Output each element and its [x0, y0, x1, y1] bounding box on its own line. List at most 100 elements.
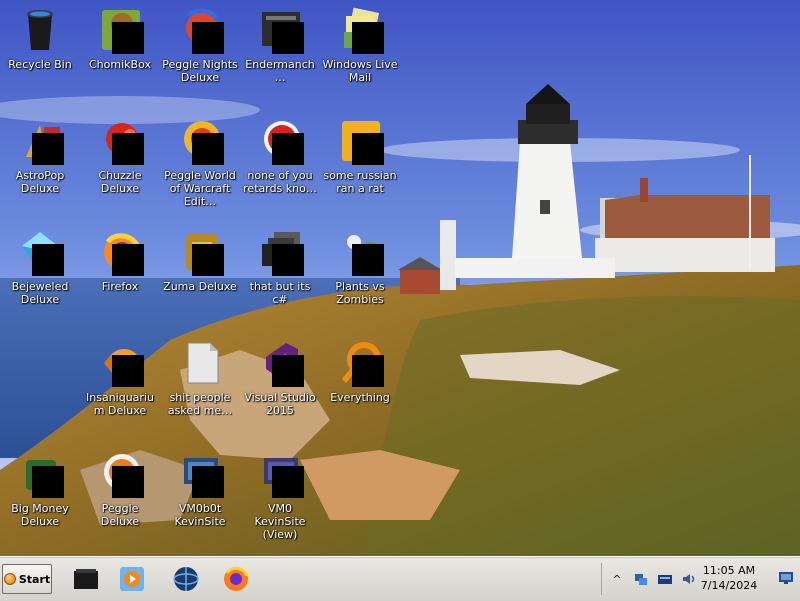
windows-live-mail-icon	[336, 6, 384, 54]
peggle-icon	[96, 450, 144, 498]
redaction-box	[352, 133, 384, 165]
redaction-box	[352, 244, 384, 276]
clock-date: 7/14/2024	[700, 579, 758, 592]
desktop-icon-yellow-document[interactable]: e some russian ran a rat	[320, 111, 400, 211]
redaction-box	[32, 244, 64, 276]
clock-time: 11:05 AM	[702, 564, 756, 577]
desktop-icon-peggle-nights[interactable]: Peggle Nights Deluxe	[160, 0, 240, 100]
bejeweled-icon	[16, 228, 64, 276]
clock[interactable]: 11:05 AM 7/14/2024	[696, 563, 762, 593]
firefox-icon	[96, 228, 144, 276]
desktop-icon-chuzzle[interactable]: Chuzzle Deluxe	[80, 111, 160, 211]
desktop-icon-file[interactable]: shit people asked me…	[160, 333, 240, 433]
desktop-icon-label: ChomikBox	[89, 58, 151, 71]
desktop-icon-label: Peggle World of Warcraft Edit…	[164, 169, 236, 208]
redaction-box	[192, 466, 224, 498]
desktop-icon-window-stack[interactable]: that but its c#	[240, 222, 320, 322]
vm-view-icon	[256, 450, 304, 498]
desktop-icon-everything[interactable]: Everything	[320, 333, 400, 433]
redaction-box	[112, 133, 144, 165]
tray-overflow-chevron[interactable]: ^	[608, 570, 626, 588]
yellow-document-icon: e	[336, 117, 384, 165]
desktop-icon-peggle-wow[interactable]: Peggle World of Warcraft Edit…	[160, 111, 240, 211]
desktop-icon-label: that but its c#	[249, 280, 311, 306]
redaction-box	[112, 22, 144, 54]
desktop-icon-visual-studio[interactable]: Visual Studio 2015	[240, 333, 320, 433]
desktop-icon-label: Visual Studio 2015	[244, 391, 316, 417]
desktop-icon-plants-vs-zombies[interactable]: Plants vs Zombies	[320, 222, 400, 322]
desktop-icon-label: Chuzzle Deluxe	[98, 169, 142, 195]
show-desktop-button[interactable]	[778, 570, 796, 588]
terminal-icon	[74, 569, 98, 589]
desktop-icon-label: Everything	[330, 391, 390, 404]
redaction-box	[272, 22, 304, 54]
redaction-box	[192, 244, 224, 276]
taskbar-pinned-firefox[interactable]	[216, 561, 256, 597]
keyboard-icon[interactable]	[656, 570, 674, 588]
start-orb-icon	[3, 573, 16, 585]
desktop-icon-windows-live-mail[interactable]: Windows Live Mail	[320, 0, 400, 100]
desktop-icon-insaniquarium[interactable]: Insaniquarium Deluxe	[80, 333, 160, 433]
desktop-icon-label: some russian ran a rat	[323, 169, 397, 195]
desktop-icon-chomikbox[interactable]: ChomikBox	[80, 0, 160, 100]
start-label: Start	[18, 572, 51, 586]
redaction-box	[112, 466, 144, 498]
everything-search-icon	[336, 339, 384, 387]
globe-icon	[173, 567, 199, 591]
taskbar: Start ^ 11:05 AM 7/14/2024	[0, 556, 800, 601]
desktop-icon-label: Big Money Deluxe	[11, 502, 69, 528]
desktop-area: Recycle Bin ChomikBox Peggle Nights Delu…	[0, 0, 800, 556]
desktop-icon-label: Bejeweled Deluxe	[11, 280, 69, 306]
vm-icon	[176, 450, 224, 498]
window-stack-icon	[256, 228, 304, 276]
desktop-icon-label: Peggle Nights Deluxe	[162, 58, 238, 84]
desktop-icon-label: Windows Live Mail	[322, 58, 398, 84]
desktop-icon-label: none of you retards kno…	[243, 169, 317, 195]
desktop-icon-label: Firefox	[101, 280, 139, 293]
redaction-box	[32, 133, 64, 165]
desktop-icon-red-orb[interactable]: none of you retards kno…	[240, 111, 320, 211]
taskbar-pinned-media-player[interactable]	[112, 561, 152, 597]
desktop-icon-label: Peggle Deluxe	[100, 502, 140, 528]
desktop-icon-astropop[interactable]: AstroPop Deluxe	[0, 111, 80, 211]
monitor-icon	[779, 572, 793, 584]
redaction-box	[192, 22, 224, 54]
redaction-box	[272, 355, 304, 387]
taskbar-pinned-globe[interactable]	[166, 561, 206, 597]
system-tray: ^ 11:05 AM 7/14/2024	[601, 563, 772, 595]
desktop-icon-vm0-view[interactable]: VM0 KevinSite (View)	[240, 444, 320, 544]
taskbar-pinned-terminal[interactable]	[66, 561, 106, 597]
desktop-icon-label: Endermanch…	[245, 58, 315, 84]
desktop-icon-bejeweled[interactable]: Bejeweled Deluxe	[0, 222, 80, 322]
redaction-box	[272, 466, 304, 498]
start-button[interactable]: Start	[2, 564, 52, 594]
desktop-icon-recycle-bin[interactable]: Recycle Bin	[0, 0, 80, 100]
desktop-icon-endermanch[interactable]: Endermanch…	[240, 0, 320, 100]
insaniquarium-icon	[96, 339, 144, 387]
redaction-box	[192, 133, 224, 165]
network-icon[interactable]	[632, 570, 650, 588]
peggle-nights-icon	[176, 6, 224, 54]
visual-studio-icon	[256, 339, 304, 387]
plants-vs-zombies-icon	[336, 228, 384, 276]
desktop-icon-big-money[interactable]: Big Money Deluxe	[0, 444, 80, 544]
desktop-icon-label: Plants vs Zombies	[335, 280, 385, 306]
desktop-icon-peggle[interactable]: Peggle Deluxe	[80, 444, 160, 544]
desktop-icon-label: AstroPop Deluxe	[15, 169, 65, 195]
red-orb-icon	[256, 117, 304, 165]
redaction-box	[112, 244, 144, 276]
desktop-icon-label: Recycle Bin	[8, 58, 72, 71]
astropop-icon	[16, 117, 64, 165]
desktop-icon-label: Zuma Deluxe	[163, 280, 237, 293]
desktop-icon-zuma[interactable]: Zuma Deluxe	[160, 222, 240, 322]
desktop-icon-vm0b0t[interactable]: VM0b0t KevinSite	[160, 444, 240, 544]
media-player-icon	[120, 567, 144, 591]
zuma-icon	[176, 228, 224, 276]
desktop-icon-firefox[interactable]: Firefox	[80, 222, 160, 322]
recycle-bin-icon	[16, 6, 64, 54]
redaction-box	[272, 244, 304, 276]
redaction-box	[112, 355, 144, 387]
redaction-box	[272, 133, 304, 165]
big-money-icon	[16, 450, 64, 498]
redaction-box	[32, 466, 64, 498]
